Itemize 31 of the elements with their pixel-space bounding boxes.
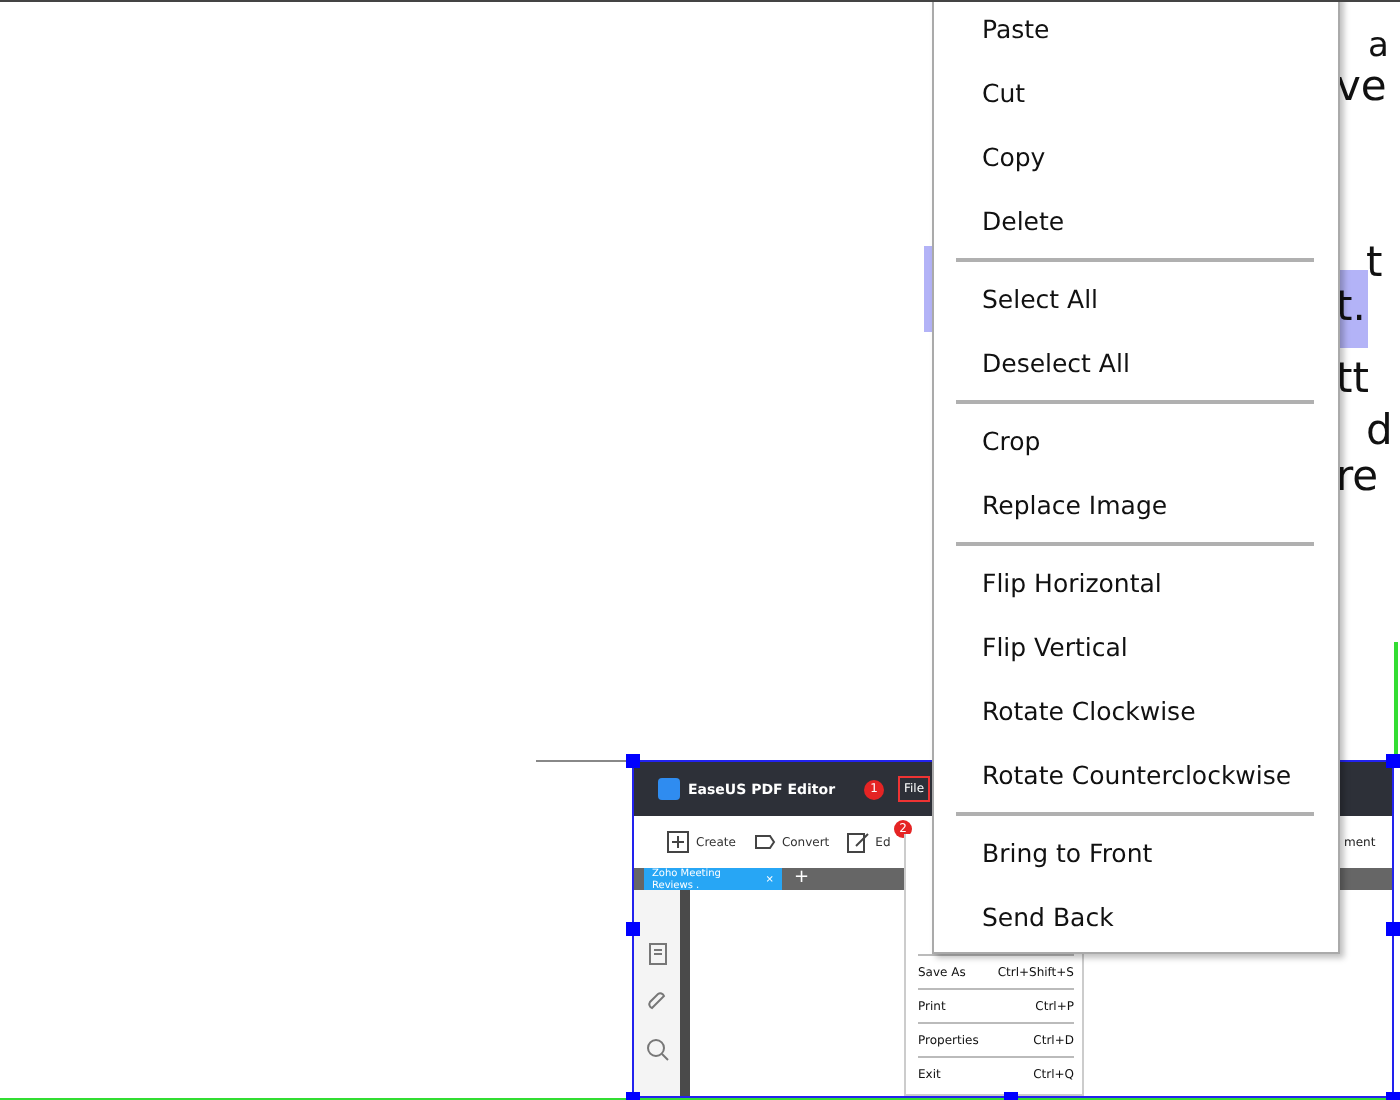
convert-icon	[751, 830, 776, 854]
add-tab-button[interactable]: +	[794, 870, 810, 888]
edit-icon	[845, 830, 870, 854]
text-fragment: re	[1336, 456, 1379, 498]
menu-item[interactable]: Bring to Front	[934, 820, 1338, 884]
text-fragment: tt	[1336, 358, 1369, 400]
text-fragment: a	[1368, 30, 1389, 64]
pages-icon[interactable]	[645, 942, 669, 966]
menu-item[interactable]: Crop	[934, 408, 1338, 472]
menu-item[interactable]: Paste	[934, 2, 1338, 60]
resize-handle[interactable]	[1386, 922, 1400, 936]
search-icon[interactable]	[645, 1038, 669, 1062]
resize-handle[interactable]	[626, 754, 640, 768]
menu-item[interactable]: Copy	[934, 124, 1338, 188]
menu-item[interactable]: Flip Horizontal	[934, 550, 1338, 614]
text-fragment: t	[1366, 242, 1383, 284]
text-fragment: d	[1366, 410, 1393, 452]
menu-item[interactable]: Flip Vertical	[934, 614, 1338, 678]
menu-item[interactable]: Select All	[934, 266, 1338, 330]
create-icon	[666, 830, 690, 854]
resize-handle[interactable]	[626, 922, 640, 936]
menu-item[interactable]: Cut	[934, 60, 1338, 124]
menu-item[interactable]: Rotate Counterclockwise	[934, 742, 1338, 806]
menu-item[interactable]: Delete	[934, 188, 1338, 252]
app-logo-icon	[658, 778, 680, 800]
menu-item[interactable]: Replace Image	[934, 472, 1338, 536]
menu-item[interactable]: Deselect All	[934, 330, 1338, 394]
menu-item[interactable]: Rotate Clockwise	[934, 678, 1338, 742]
menu-item[interactable]: Send Back	[934, 884, 1338, 948]
text-fragment: ve	[1336, 66, 1387, 108]
resize-handle[interactable]	[1386, 754, 1400, 768]
